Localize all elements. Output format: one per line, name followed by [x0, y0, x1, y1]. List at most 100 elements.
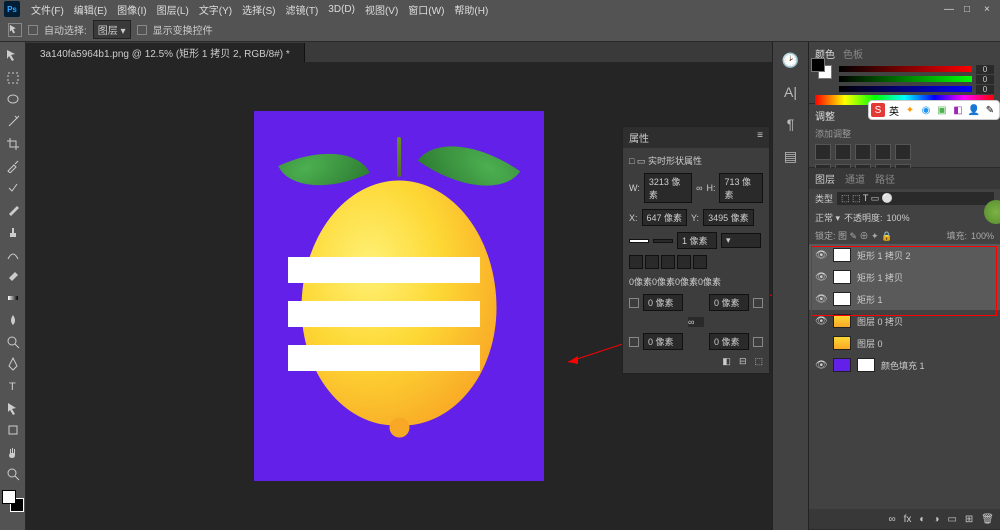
auto-select-dropdown[interactable]: 图层 ▾	[93, 20, 131, 39]
ime-icon-2[interactable]: ◉	[919, 103, 933, 117]
trash-icon[interactable]: 🗑	[981, 514, 994, 525]
paths-tab[interactable]: 路径	[875, 171, 895, 186]
menu-select[interactable]: 选择(S)	[237, 2, 280, 17]
corner-bl-icon[interactable]	[629, 337, 639, 347]
menu-view[interactable]: 视图(V)	[360, 2, 403, 17]
path-select-icon[interactable]	[3, 398, 23, 418]
brush-panel-icon[interactable]: ▤	[782, 148, 800, 166]
marquee-tool-icon[interactable]	[3, 68, 23, 88]
blend-dropdown[interactable]: 正常 ▾	[815, 211, 840, 224]
menu-filter[interactable]: 滤镜(T)	[281, 2, 324, 17]
stamp-tool-icon[interactable]	[3, 222, 23, 242]
eyedropper-tool-icon[interactable]	[3, 156, 23, 176]
menu-file[interactable]: 文件(F)	[26, 2, 69, 17]
minimize-icon[interactable]: —	[944, 4, 956, 15]
menu-help[interactable]: 帮助(H)	[449, 2, 493, 17]
ime-s-icon[interactable]: S	[871, 103, 885, 117]
lasso-tool-icon[interactable]	[3, 90, 23, 110]
new-layer-icon[interactable]: ⊞	[965, 514, 973, 525]
corner-bl-field[interactable]: 0 像素	[643, 333, 683, 350]
layer-rect-copy-2[interactable]: 👁矩形 1 拷贝 2	[809, 244, 1000, 266]
gradient-tool-icon[interactable]	[3, 288, 23, 308]
menu-3d[interactable]: 3D(D)	[323, 4, 360, 15]
adj-icon-4[interactable]	[875, 144, 891, 160]
auto-select-checkbox[interactable]	[28, 25, 38, 35]
corner-tr-icon[interactable]	[753, 298, 763, 308]
adj-icon-5[interactable]	[895, 144, 911, 160]
visibility-icon[interactable]: 👁	[815, 360, 827, 371]
opacity-value[interactable]: 100%	[887, 213, 910, 223]
ime-lang-label[interactable]: 英	[887, 103, 901, 117]
fill-value[interactable]: 100%	[971, 231, 994, 241]
props-icon-2[interactable]: ⊟	[739, 356, 747, 367]
show-transform-checkbox[interactable]	[137, 25, 147, 35]
paragraph-panel-icon[interactable]: ¶	[782, 116, 800, 134]
menu-edit[interactable]: 编辑(E)	[69, 2, 112, 17]
r-value[interactable]: 0	[976, 65, 994, 74]
wand-tool-icon[interactable]	[3, 112, 23, 132]
menu-layer[interactable]: 图层(L)	[152, 2, 194, 17]
hand-tool-icon[interactable]	[3, 442, 23, 462]
x-field[interactable]: 647 像素	[642, 209, 688, 226]
shape-tool-icon[interactable]	[3, 420, 23, 440]
blend-mode-dropdown[interactable]: ⬚ ⬚ T ▭ ⚪	[837, 192, 994, 205]
menu-window[interactable]: 窗口(W)	[403, 2, 449, 17]
corner-tr-field[interactable]: 0 像素	[709, 294, 749, 311]
move-tool-icon[interactable]	[3, 46, 23, 66]
ime-icon-1[interactable]: ✦	[903, 103, 917, 117]
visibility-icon[interactable]: 👁	[815, 272, 827, 283]
adj-icon-3[interactable]	[855, 144, 871, 160]
b-value[interactable]: 0	[976, 85, 994, 94]
stroke-swatch[interactable]	[653, 239, 673, 243]
color-swatches[interactable]	[2, 490, 24, 512]
history-brush-icon[interactable]	[3, 244, 23, 264]
character-panel-icon[interactable]: A|	[782, 84, 800, 102]
stroke-style-dropdown[interactable]: ▾	[721, 233, 761, 248]
link-corners-icon[interactable]: ∞	[688, 317, 704, 327]
adj-icon-2[interactable]	[835, 144, 851, 160]
history-panel-icon[interactable]: 🕑	[782, 52, 800, 70]
fx-icon[interactable]: fx	[904, 514, 912, 525]
visibility-icon[interactable]: 👁	[815, 294, 827, 305]
panel-menu-icon[interactable]: ≡	[757, 130, 763, 145]
mask-icon[interactable]: ◐	[919, 514, 925, 525]
adjustment-icon[interactable]: ◑	[933, 514, 939, 525]
foreground-color-swatch[interactable]	[2, 490, 16, 504]
fg-swatch[interactable]	[811, 58, 825, 72]
g-slider[interactable]	[839, 76, 972, 82]
stroke-opt-2[interactable]	[645, 255, 659, 269]
height-field[interactable]: 713 像素	[719, 173, 763, 203]
properties-header[interactable]: 属性 ≡	[623, 127, 769, 148]
props-icon-1[interactable]: ◧	[722, 356, 731, 367]
menu-image[interactable]: 图像(I)	[112, 2, 151, 17]
corner-br-icon[interactable]	[753, 337, 763, 347]
width-field[interactable]: 3213 像素	[644, 173, 692, 203]
corner-tl-icon[interactable]	[629, 298, 639, 308]
document-tab[interactable]: 3a140fa5964b1.png @ 12.5% (矩形 1 拷贝 2, RG…	[26, 43, 305, 62]
maximize-icon[interactable]: □	[964, 4, 976, 15]
text-tool-icon[interactable]: T	[3, 376, 23, 396]
layer-image-copy[interactable]: 👁图层 0 拷贝	[809, 310, 1000, 332]
adj-icon-1[interactable]	[815, 144, 831, 160]
dodge-tool-icon[interactable]	[3, 332, 23, 352]
fill-swatch[interactable]	[629, 239, 649, 243]
ime-icon-5[interactable]: 👤	[967, 103, 981, 117]
corner-tl-field[interactable]: 0 像素	[643, 294, 683, 311]
stroke-opt-5[interactable]	[693, 255, 707, 269]
blur-tool-icon[interactable]	[3, 310, 23, 330]
link-wh-icon[interactable]: ∞	[696, 183, 702, 193]
corner-br-field[interactable]: 0 像素	[709, 333, 749, 350]
stroke-width-field[interactable]: 1 像素	[677, 232, 717, 249]
swatches-tab[interactable]: 色板	[843, 46, 863, 61]
y-field[interactable]: 3495 像素	[703, 209, 754, 226]
eraser-tool-icon[interactable]	[3, 266, 23, 286]
ime-icon-6[interactable]: ✎	[983, 103, 997, 117]
group-icon[interactable]: ▭	[947, 514, 956, 525]
layer-rect-1[interactable]: 👁矩形 1	[809, 288, 1000, 310]
pen-tool-icon[interactable]	[3, 354, 23, 374]
heal-tool-icon[interactable]	[3, 178, 23, 198]
ime-icon-3[interactable]: ▣	[935, 103, 949, 117]
stroke-opt-3[interactable]	[661, 255, 675, 269]
channels-tab[interactable]: 通道	[845, 171, 865, 186]
props-icon-3[interactable]: ⬚	[754, 356, 763, 367]
